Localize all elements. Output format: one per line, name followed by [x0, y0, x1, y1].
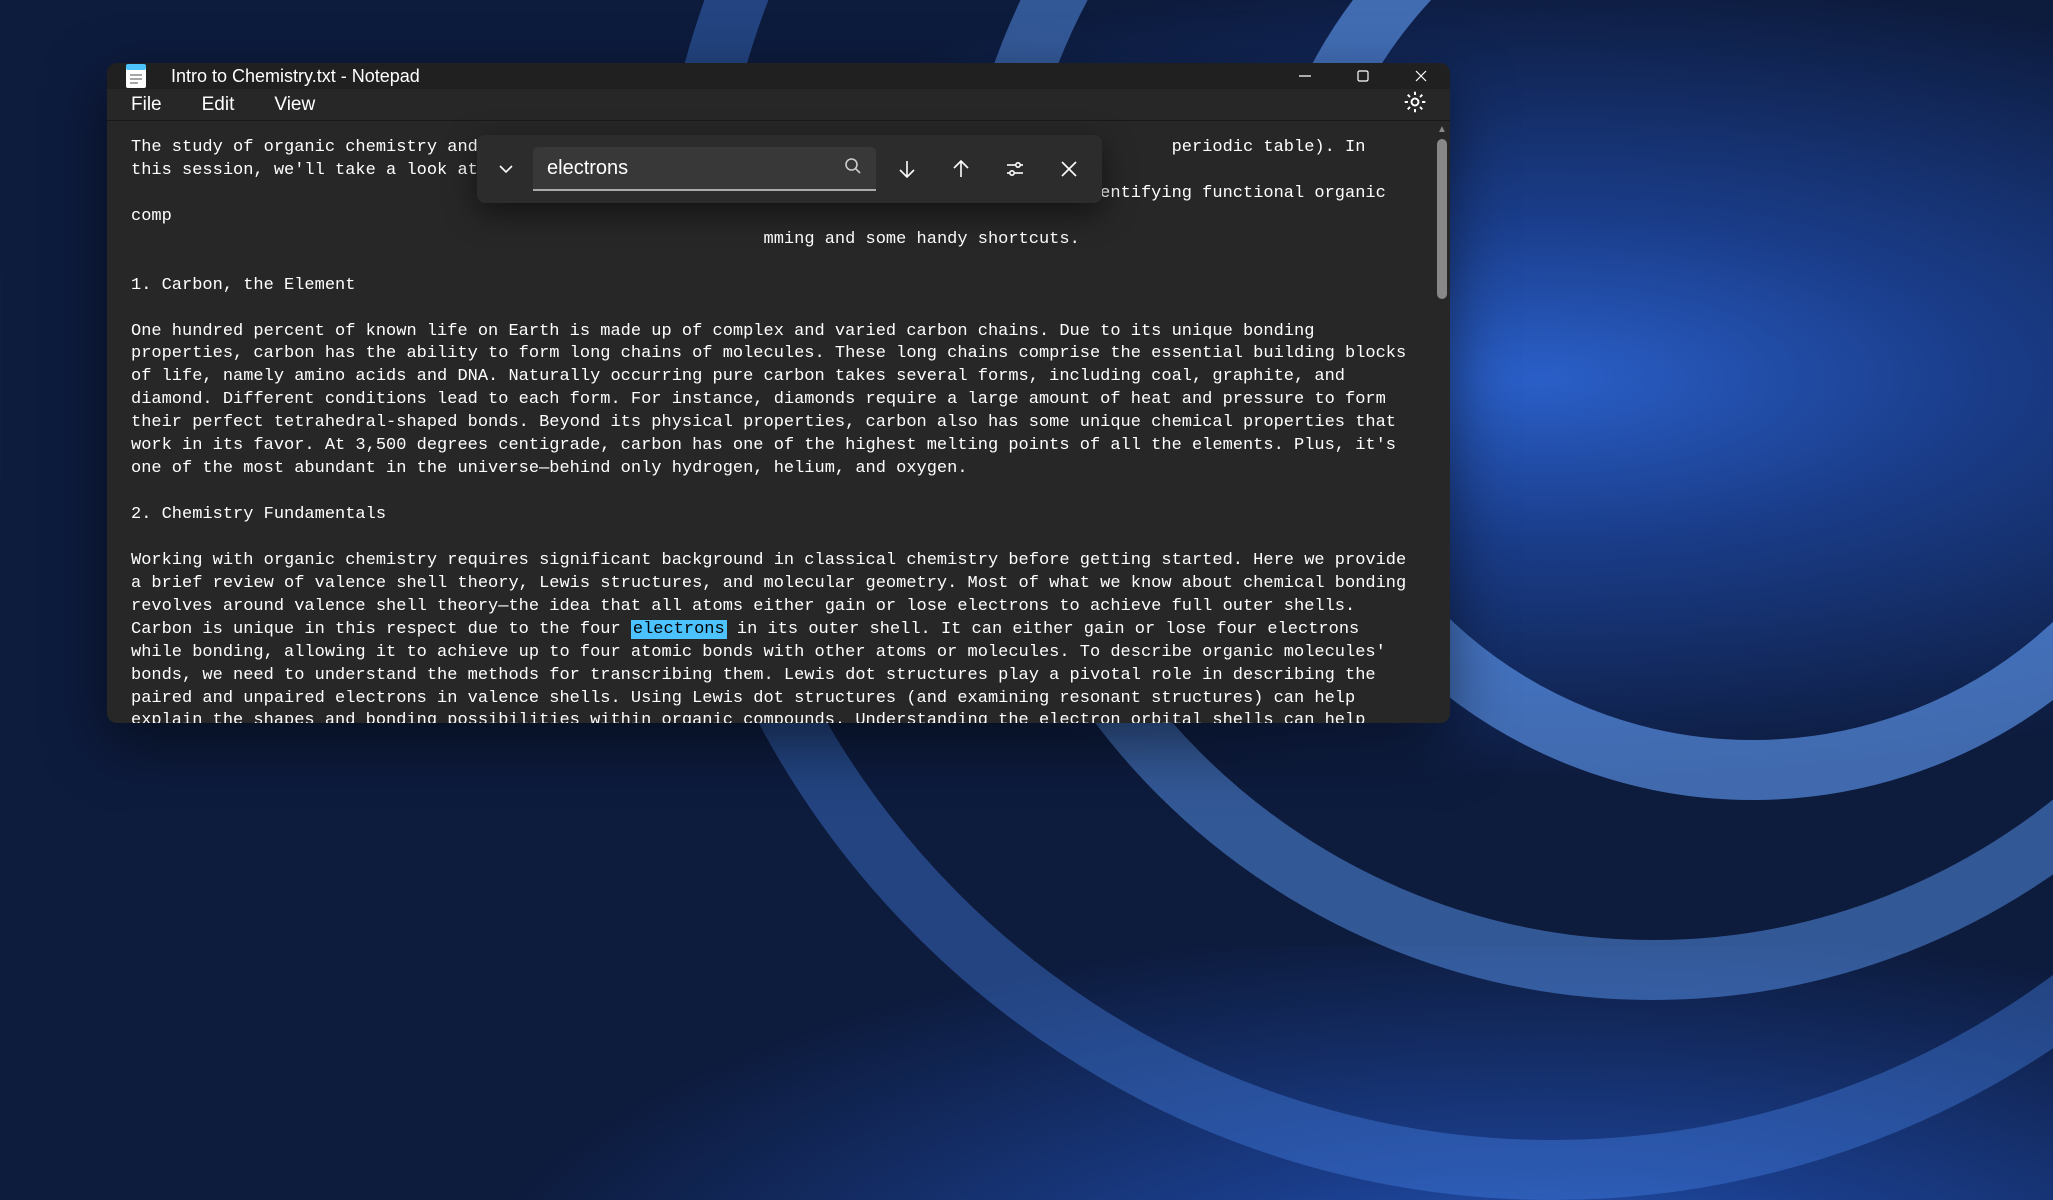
find-previous-button[interactable] [938, 146, 984, 192]
chevron-down-icon [497, 160, 515, 178]
maximize-button[interactable] [1334, 63, 1392, 89]
text-content: The study of organic chemistry and l per… [131, 138, 1416, 723]
vertical-scrollbar[interactable]: ▲ [1434, 121, 1450, 723]
text-editor[interactable]: The study of organic chemistry and l per… [107, 121, 1434, 723]
menubar: File Edit View [107, 89, 1450, 121]
close-find-button[interactable] [1046, 146, 1092, 192]
close-icon [1058, 158, 1080, 180]
minimize-button[interactable] [1276, 63, 1334, 89]
find-next-button[interactable] [884, 146, 930, 192]
scroll-thumb[interactable] [1437, 139, 1447, 299]
search-highlight: electrons [631, 620, 727, 639]
arrow-up-icon [950, 158, 972, 180]
settings-button[interactable] [1402, 89, 1428, 120]
titlebar[interactable]: Intro to Chemistry.txt - Notepad [107, 63, 1450, 89]
notepad-window: Intro to Chemistry.txt - Notepad File Ed… [107, 63, 1450, 723]
search-submit-button[interactable] [844, 157, 862, 180]
scroll-up-arrow[interactable]: ▲ [1434, 121, 1450, 137]
expand-replace-button[interactable] [487, 150, 525, 188]
find-options-button[interactable] [992, 146, 1038, 192]
window-title: Intro to Chemistry.txt - Notepad [171, 66, 420, 87]
menu-file[interactable]: File [131, 94, 162, 116]
menu-view[interactable]: View [274, 94, 315, 116]
editor-area: The study of organic chemistry and l per… [107, 121, 1450, 723]
search-input[interactable] [547, 157, 844, 180]
notepad-app-icon [125, 63, 147, 89]
find-bar [477, 135, 1102, 203]
arrow-down-icon [896, 158, 918, 180]
search-box[interactable] [533, 147, 876, 191]
menu-edit[interactable]: Edit [202, 94, 235, 116]
search-icon [844, 157, 862, 175]
sliders-icon [1004, 158, 1026, 180]
window-controls [1276, 63, 1450, 89]
gear-icon [1402, 89, 1428, 115]
close-button[interactable] [1392, 63, 1450, 89]
